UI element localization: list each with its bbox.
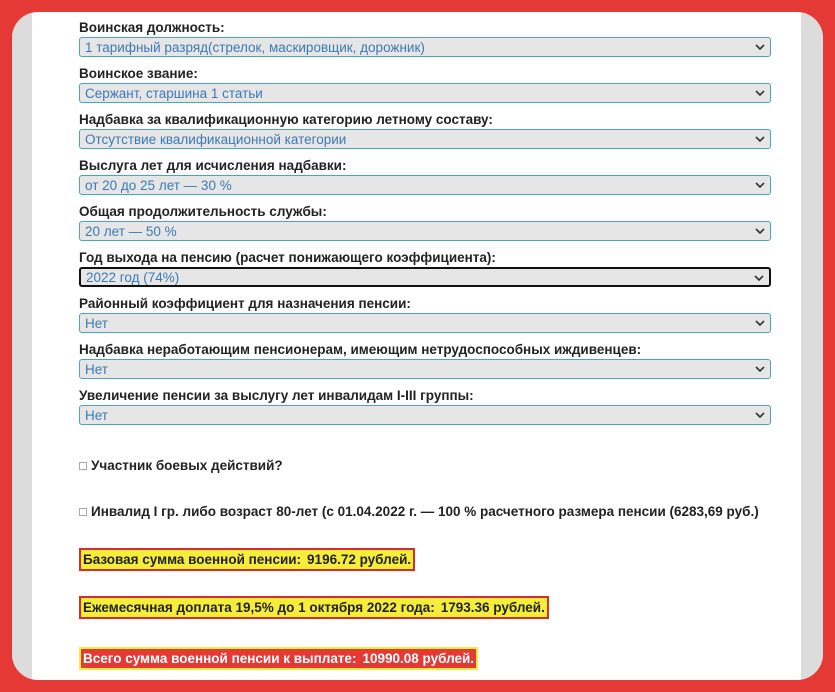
dependents-select[interactable]: Нет bbox=[79, 359, 771, 379]
disability-select[interactable]: Нет bbox=[79, 405, 771, 425]
chevron-down-icon bbox=[754, 275, 764, 282]
service-duration-select[interactable]: 20 лет — 50 % bbox=[79, 221, 771, 241]
select-value: Сержант, старшина 1 статьи bbox=[85, 86, 263, 101]
field-qualification: Надбавка за квалификационную категорию л… bbox=[79, 106, 771, 149]
calculator-form: Воинская должность: 1 тарифный разряд(ст… bbox=[79, 12, 771, 670]
regional-coefficient-select[interactable]: Нет bbox=[79, 313, 771, 333]
field-position: Воинская должность: 1 тарифный разряд(ст… bbox=[79, 12, 771, 57]
field-label: Воинское звание: bbox=[79, 66, 198, 81]
chevron-down-icon bbox=[755, 136, 765, 143]
rank-select[interactable]: Сержант, старшина 1 статьи bbox=[79, 83, 771, 103]
field-seniority: Выслуга лет для исчисления надбавки: от … bbox=[79, 152, 771, 195]
result-label: Всего сумма военной пенсии к выплате: bbox=[83, 651, 357, 666]
total-pension-result: Всего сумма военной пенсии к выплате: 109… bbox=[79, 647, 479, 670]
result-label: Базовая сумма военной пенсии: bbox=[83, 552, 302, 567]
select-value: 2022 год (74%) bbox=[86, 270, 180, 285]
monthly-supplement-result: Ежемесячная доплата 19,5% до 1 октября 2… bbox=[79, 596, 549, 619]
field-label: Надбавка неработающим пенсионерам, имеющ… bbox=[79, 342, 642, 357]
field-service-duration: Общая продолжительность службы: 20 лет —… bbox=[79, 198, 771, 241]
result-label: Ежемесячная доплата 19,5% до 1 октября 2… bbox=[83, 600, 435, 615]
chevron-down-icon bbox=[755, 320, 765, 327]
field-label: Общая продолжительность службы: bbox=[79, 204, 327, 219]
position-select[interactable]: 1 тарифный разряд(стрелок, маскировщик, … bbox=[79, 37, 771, 57]
disabled-80-checkbox[interactable] bbox=[79, 507, 87, 516]
checkbox-label: Инвалид I гр. либо возраст 80-лет (с 01.… bbox=[91, 504, 759, 519]
checkbox-label: Участник боевых действий? bbox=[91, 458, 283, 473]
page-frame: Воинская должность: 1 тарифный разряд(ст… bbox=[12, 12, 823, 680]
qualification-select[interactable]: Отсутствие квалификационной категории bbox=[79, 129, 771, 149]
select-value: от 20 до 25 лет — 30 % bbox=[85, 178, 232, 193]
field-label: Увеличение пенсии за выслугу лет инвалид… bbox=[79, 388, 474, 403]
field-retirement-year: Год выхода на пенсию (расчет понижающего… bbox=[79, 244, 771, 287]
result-value: 10990.08 рублей. bbox=[362, 651, 475, 666]
chevron-down-icon bbox=[755, 412, 765, 419]
select-value: Нет bbox=[85, 408, 108, 423]
result-value: 9196.72 рублей. bbox=[307, 552, 412, 567]
field-label: Надбавка за квалификационную категорию л… bbox=[79, 112, 493, 127]
select-value: Отсутствие квалификационной категории bbox=[85, 132, 347, 147]
field-label: Выслуга лет для исчисления надбавки: bbox=[79, 158, 347, 173]
disabled-80-row[interactable]: Инвалид I гр. либо возраст 80-лет (с 01.… bbox=[79, 504, 759, 519]
chevron-down-icon bbox=[755, 366, 765, 373]
combat-veteran-row[interactable]: Участник боевых действий? bbox=[79, 458, 283, 473]
chevron-down-icon bbox=[755, 228, 765, 235]
select-value: Нет bbox=[85, 362, 108, 377]
left-gutter bbox=[12, 12, 32, 680]
right-gutter bbox=[801, 12, 823, 680]
select-value: 1 тарифный разряд(стрелок, маскировщик, … bbox=[85, 40, 425, 55]
field-regional-coefficient: Районный коэффициент для назначения пенс… bbox=[79, 290, 771, 333]
chevron-down-icon bbox=[755, 90, 765, 97]
select-value: Нет bbox=[85, 316, 108, 331]
field-rank: Воинское звание: Сержант, старшина 1 ста… bbox=[79, 60, 771, 103]
result-value: 1793.36 рублей. bbox=[440, 600, 545, 615]
chevron-down-icon bbox=[755, 44, 765, 51]
select-value: 20 лет — 50 % bbox=[85, 224, 177, 239]
field-label: Районный коэффициент для назначения пенс… bbox=[79, 296, 411, 311]
base-pension-result: Базовая сумма военной пенсии: 9196.72 руб… bbox=[79, 548, 416, 571]
chevron-down-icon bbox=[755, 182, 765, 189]
retirement-year-select[interactable]: 2022 год (74%) bbox=[79, 267, 771, 287]
field-disability: Увеличение пенсии за выслугу лет инвалид… bbox=[79, 382, 771, 425]
field-dependents: Надбавка неработающим пенсионерам, имеющ… bbox=[79, 336, 771, 379]
field-label: Воинская должность: bbox=[79, 20, 225, 35]
seniority-select[interactable]: от 20 до 25 лет — 30 % bbox=[79, 175, 771, 195]
field-label: Год выхода на пенсию (расчет понижающего… bbox=[79, 250, 496, 265]
combat-veteran-checkbox[interactable] bbox=[79, 461, 87, 470]
